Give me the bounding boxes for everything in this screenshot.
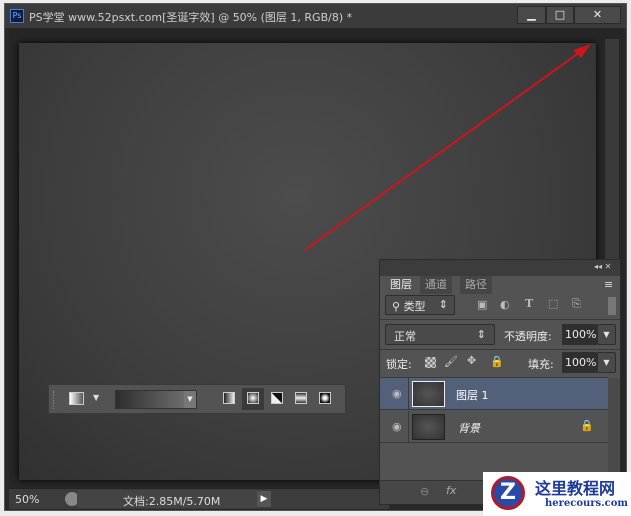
radial-gradient-icon[interactable] [247,392,259,404]
gradient-options-bar: ▼ ▼ [48,384,346,414]
opacity-dropdown-icon[interactable]: ▼ [597,324,616,345]
collapse-icon[interactable]: ◂◂ ✕ [594,262,611,271]
lock-transparency-icon[interactable] [425,357,436,368]
smart-object-filter-icon[interactable]: ⎘ [572,297,581,311]
layer-filter-select[interactable]: ⚲ 类型 ⇕ [385,295,455,315]
blend-mode-select[interactable]: 正常 ⇕ [385,324,495,345]
diamond-gradient-icon[interactable] [319,392,331,404]
pixel-filter-icon[interactable]: ▣ [477,298,487,311]
shape-filter-icon[interactable]: ⬚ [548,297,558,310]
watermark-url: herecours.com [545,498,629,509]
reflected-gradient-icon[interactable] [295,392,307,404]
lock-label: 锁定: [386,358,412,371]
tab-layers[interactable]: 图层 [385,276,417,294]
adjustment-filter-icon[interactable]: ◐ [500,298,510,311]
layers-panel: ◂◂ ✕ 图层 通道 路径 ≡ ⚲ 类型 ⇕ ▣ ◐ T ⬚ ⎘ 正常 ⇕ 不透明度… [379,259,621,505]
watermark-logo: Z 这里教程网 herecours.com [483,472,631,516]
visibility-eye-icon[interactable]: ◉ [392,387,402,400]
panel-menu-icon[interactable]: ≡ [604,278,613,291]
layer-thumbnail [412,414,445,440]
logo-z-icon: Z [491,476,525,510]
gradient-preset-icon[interactable] [69,392,84,405]
tab-channels[interactable]: 通道 [420,276,452,294]
layer-name[interactable]: 图层 1 [456,387,489,403]
layer-row[interactable]: ◉ 图层 1 [380,378,608,410]
blend-mode-value: 正常 [394,330,416,343]
link-layers-icon[interactable]: ⊖ [420,485,429,498]
type-filter-icon[interactable]: T [525,297,533,310]
fill-dropdown-icon[interactable]: ▼ [597,352,616,373]
layer-thumbnail [412,381,445,407]
angle-gradient-icon[interactable] [271,392,283,404]
lock-position-icon[interactable]: ✥ [467,354,476,367]
tab-paths[interactable]: 路径 [460,276,492,294]
linear-gradient-icon[interactable] [223,392,235,404]
layer-name[interactable]: 背景 [458,420,480,436]
opacity-input[interactable]: 100% [562,324,597,345]
filter-label: 类型 [403,300,426,313]
watermark-name: 这里教程网 [535,479,616,498]
lock-pixels-brush-icon[interactable]: 🖌 [444,355,458,368]
gradient-dropdown-icon[interactable]: ▼ [184,391,196,408]
drag-handle[interactable] [53,391,56,409]
filter-toggle[interactable] [608,297,616,315]
fill-input[interactable]: 100% [562,352,597,373]
layers-scrollbar[interactable] [608,378,620,478]
lock-icon: 🔒 [580,419,594,432]
lock-all-icon[interactable]: 🔒 [490,355,504,368]
fx-icon[interactable]: fx [446,484,456,497]
fill-label: 填充: [528,358,554,371]
chevron-down-icon[interactable]: ▼ [93,393,99,402]
visibility-eye-icon[interactable]: ◉ [392,420,402,433]
opacity-label: 不透明度: [504,330,552,343]
layer-row[interactable]: ◉ 背景 🔒 [380,411,608,443]
